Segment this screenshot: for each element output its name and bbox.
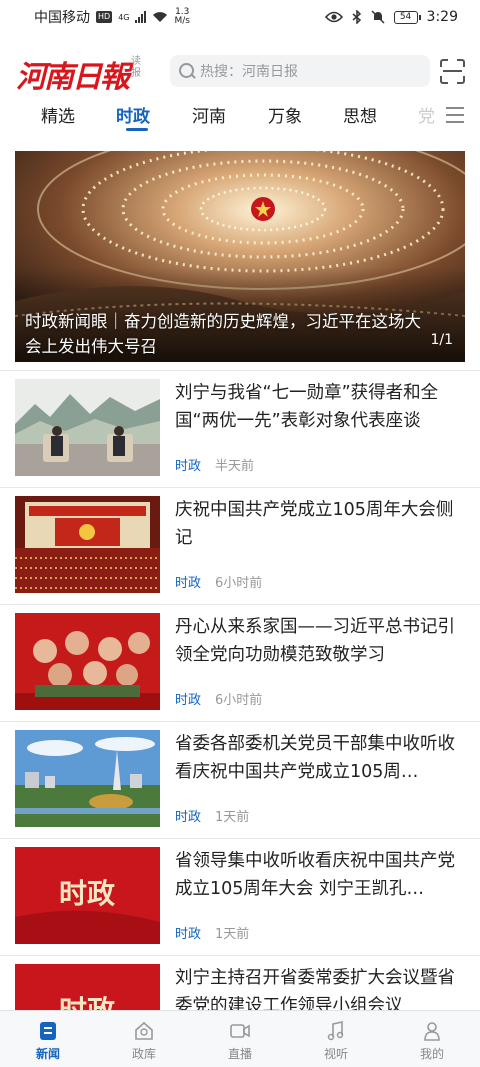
news-time: 1天前 — [215, 927, 250, 942]
bottom-nav: 新闻 政库 直播 视听 我的 — [0, 1010, 480, 1067]
news-title: 刘宁与我省“七一勋章”获得者和全国“两优一先”表彰对象代表座谈 — [175, 383, 439, 431]
news-meta: 时政 1天前 — [175, 806, 249, 825]
battery-icon: 54 — [393, 10, 421, 24]
news-item[interactable]: 省委各部委机关党员干部集中收听收看庆祝中国共产党成立105周… 时政 1天前 — [0, 722, 480, 838]
scan-icon[interactable] — [440, 59, 465, 84]
channel-menu-icon[interactable] — [446, 107, 464, 123]
eye-icon — [324, 11, 343, 23]
music-icon — [327, 1021, 344, 1041]
news-title: 庆祝中国共产党成立105周年大会侧记 — [175, 500, 454, 548]
hero-page-counter: 1/1 — [430, 332, 453, 348]
hero-banner[interactable]: 时政新闻眼｜奋力创造新的历史辉煌，习近平在这场大会上发出伟大号召 1/1 — [15, 151, 465, 362]
search-icon — [178, 62, 196, 80]
speed-unit: M/s — [174, 16, 190, 26]
news-tag: 时政 — [175, 693, 202, 708]
nav-label: 直播 — [227, 1047, 252, 1061]
hd-badge: HD — [96, 11, 113, 23]
news-time: 1天前 — [215, 810, 250, 825]
news-thumbnail — [15, 496, 160, 593]
status-bar: 中国移动 HD 4G 1.3 M/s 54 3:29 — [0, 0, 480, 34]
wifi-icon — [153, 12, 168, 22]
news-tag: 时政 — [175, 810, 202, 825]
carrier-label: 中国移动 — [34, 10, 90, 26]
clock: 3:29 — [426, 9, 458, 25]
news-meta: 时政 1天前 — [175, 923, 249, 942]
app-header: 河南日報 读报 热搜：河南日报 — [0, 48, 480, 96]
news-time: 6小时前 — [215, 576, 263, 591]
shizheng-thumb-label: 时政 — [59, 877, 115, 910]
news-meta: 时政 6小时前 — [175, 572, 262, 591]
news-title: 省委各部委机关党员干部集中收听收看庆祝中国共产党成立105周… — [175, 734, 455, 782]
news-meta: 时政 半天前 — [175, 455, 254, 474]
news-icon — [40, 1022, 56, 1040]
video-icon — [230, 1024, 250, 1038]
tab-henan[interactable]: 河南 — [192, 102, 226, 127]
search-placeholder: 热搜：河南日报 — [200, 64, 298, 80]
news-tag: 时政 — [175, 576, 202, 591]
nav-zhengku[interactable]: 政库 — [96, 1011, 192, 1067]
news-thumbnail: 时政 — [15, 847, 160, 944]
tab-wanxiang[interactable]: 万象 — [268, 102, 302, 127]
search-input[interactable]: 热搜：河南日报 — [170, 55, 430, 87]
news-time: 半天前 — [215, 459, 255, 474]
channel-tabs: 精选 时政 河南 万象 思想 党 — [0, 96, 480, 134]
mute-bell-icon — [371, 10, 385, 24]
tab-sixiang[interactable]: 思想 — [343, 102, 377, 127]
tab-jingxuan[interactable]: 精选 — [41, 102, 75, 127]
news-tag: 时政 — [175, 459, 202, 474]
bluetooth-icon — [352, 10, 361, 24]
user-icon — [424, 1022, 440, 1041]
news-thumbnail — [15, 730, 160, 827]
news-item[interactable]: 刘宁与我省“七一勋章”获得者和全国“两优一先”表彰对象代表座谈 时政 半天前 — [0, 371, 480, 487]
building-icon — [135, 1021, 153, 1040]
tab-dang-partial[interactable]: 党 — [418, 102, 435, 127]
nav-label: 新闻 — [35, 1047, 60, 1061]
net-speed: 1.3 M/s — [174, 8, 190, 26]
news-meta: 时政 6小时前 — [175, 689, 262, 708]
nav-news[interactable]: 新闻 — [0, 1011, 96, 1067]
hero-caption: 时政新闻眼｜奋力创造新的历史辉煌，习近平在这场大会上发出伟大号召 — [25, 312, 421, 356]
news-thumbnail — [15, 379, 160, 476]
active-tab-indicator — [126, 128, 148, 131]
network-label: 4G — [118, 12, 130, 22]
news-title: 丹心从来系家国——习近平总书记引领全党向功勋模范致敬学习 — [175, 617, 455, 665]
nav-av[interactable]: 视听 — [288, 1011, 384, 1067]
nav-label: 政库 — [131, 1047, 156, 1061]
nav-mine[interactable]: 我的 — [384, 1011, 480, 1067]
app-logo[interactable]: 河南日報 — [16, 52, 130, 96]
news-title: 省领导集中收听收看庆祝中国共产党成立105周年大会 刘宁王凯孔… — [175, 851, 455, 899]
nav-label: 视听 — [323, 1047, 348, 1061]
news-tag: 时政 — [175, 927, 202, 942]
news-item[interactable]: 庆祝中国共产党成立105周年大会侧记 时政 6小时前 — [0, 488, 480, 604]
signal-icon — [135, 11, 147, 23]
tab-shizheng[interactable]: 时政 — [116, 102, 150, 127]
news-item[interactable]: 时政 省领导集中收听收看庆祝中国共产党成立105周年大会 刘宁王凯孔… 时政 1天… — [0, 839, 480, 955]
news-time: 6小时前 — [215, 693, 263, 708]
nav-label: 我的 — [419, 1047, 444, 1061]
news-item[interactable]: 丹心从来系家国——习近平总书记引领全党向功勋模范致敬学习 时政 6小时前 — [0, 605, 480, 721]
read-paper-link[interactable]: 读报 — [131, 56, 143, 80]
nav-live[interactable]: 直播 — [192, 1011, 288, 1067]
news-thumbnail — [15, 613, 160, 710]
